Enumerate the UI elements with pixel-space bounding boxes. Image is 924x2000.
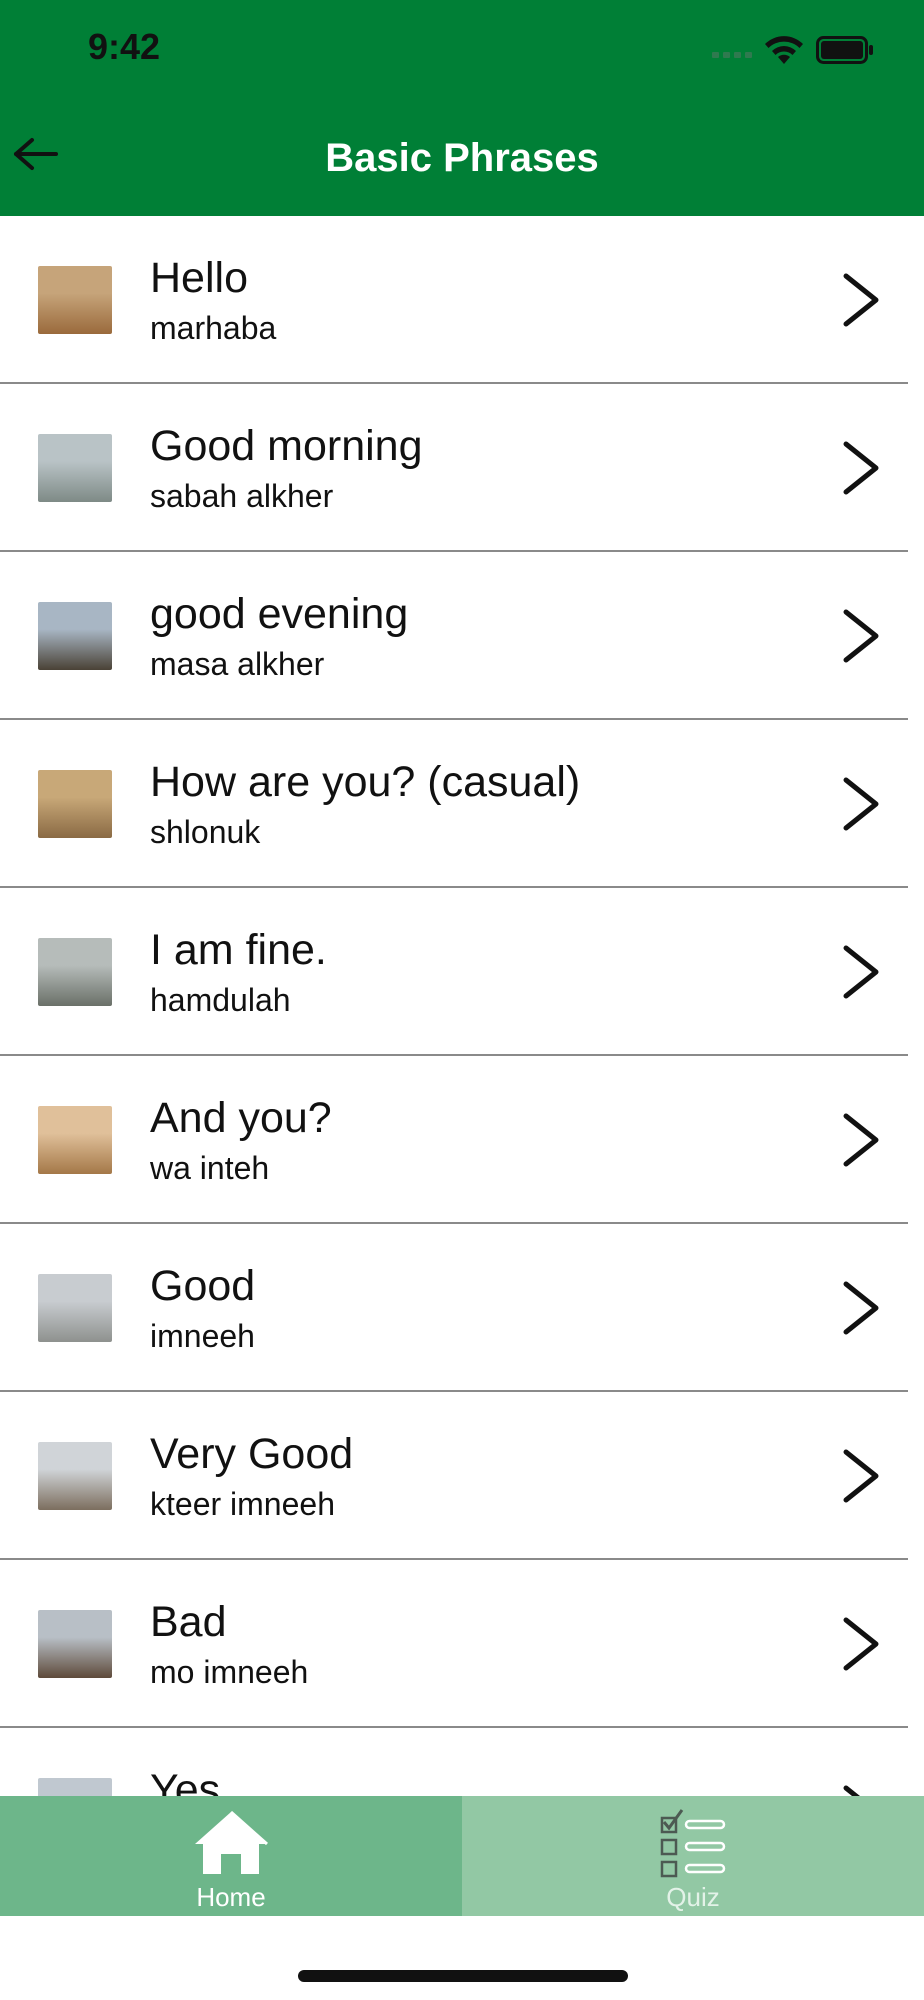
chevron-right-icon [843, 441, 879, 495]
phrase-transliteration: sabah alkher [150, 478, 334, 514]
chevron-right-icon [843, 1113, 879, 1167]
home-indicator [298, 1970, 628, 1982]
phrase-transliteration: masa alkher [150, 646, 325, 682]
phrase-row[interactable]: And you? wa inteh [0, 1056, 924, 1224]
phrase-english: Very Good [150, 1430, 354, 1478]
phrase-transliteration: wa inteh [150, 1150, 270, 1186]
tab-quiz-label: Quiz [666, 1882, 720, 1912]
chevron-right-icon [843, 273, 879, 327]
home-icon [195, 1810, 268, 1874]
phrase-row[interactable]: good evening masa alkher [0, 552, 924, 720]
phrase-transliteration: kteer imneeh [150, 1486, 335, 1522]
phrase-english: Good [150, 1262, 256, 1310]
cellular-signal-icon [712, 52, 752, 58]
tab-bar: Home Quiz [0, 1796, 924, 1916]
phrase-row[interactable]: Hello marhaba [0, 216, 924, 384]
tab-quiz[interactable]: Quiz [462, 1796, 924, 1916]
checklist-icon [660, 1809, 726, 1878]
tab-home[interactable]: Home [0, 1796, 462, 1916]
phrase-transliteration: imneeh [150, 1318, 255, 1354]
phrase-row[interactable]: I am fine. hamdulah [0, 888, 924, 1056]
phrase-thumbnail [38, 602, 112, 670]
chevron-right-icon [843, 1617, 879, 1671]
phrase-thumbnail [38, 770, 112, 838]
wifi-icon [765, 36, 803, 64]
phrase-english: good evening [150, 590, 409, 638]
phrase-row[interactable]: Bad mo imneeh [0, 1560, 924, 1728]
chevron-right-icon [843, 945, 879, 999]
navigation-header: 9:42 Basic Phrases [0, 0, 924, 216]
phrase-row[interactable]: Good imneeh [0, 1224, 924, 1392]
phrase-english: I am fine. [150, 926, 327, 974]
phrase-english: How are you? (casual) [150, 758, 581, 806]
phrase-transliteration: shlonuk [150, 814, 261, 850]
phrase-thumbnail [38, 1778, 112, 1796]
phrase-thumbnail [38, 434, 112, 502]
phrase-list[interactable]: Hello marhaba Good morning sabah alkher good… [0, 216, 924, 1796]
phrase-row[interactable]: Good morning sabah alkher [0, 384, 924, 552]
phrase-transliteration: mo imneeh [150, 1654, 309, 1690]
phrase-row[interactable]: How are you? (casual) shlonuk [0, 720, 924, 888]
page-title: Basic Phrases [325, 136, 599, 180]
phrase-row[interactable]: Very Good kteer imneeh [0, 1392, 924, 1560]
phrase-transliteration: marhaba [150, 310, 277, 346]
phrase-transliteration: hamdulah [150, 982, 291, 1018]
chevron-right-icon [843, 777, 879, 831]
phrase-thumbnail [38, 266, 112, 334]
phrase-thumbnail [38, 1106, 112, 1174]
chevron-right-icon [843, 1449, 879, 1503]
chevron-right-icon [843, 1281, 879, 1335]
phrase-english: Bad [150, 1598, 227, 1646]
phrase-thumbnail [38, 938, 112, 1006]
status-time: 9:42 [88, 26, 161, 67]
phrase-row[interactable]: Yes [0, 1728, 924, 1796]
phrase-thumbnail [38, 1274, 112, 1342]
battery-icon [816, 36, 873, 64]
chevron-right-icon [843, 1785, 861, 1796]
phrase-english: Good morning [150, 422, 423, 470]
phrase-english: And you? [150, 1094, 332, 1142]
tab-home-label: Home [196, 1882, 266, 1912]
phrase-thumbnail [38, 1610, 112, 1678]
phrase-english: Hello [150, 254, 248, 302]
chevron-right-icon [843, 609, 879, 663]
phrase-english: Yes [150, 1766, 221, 1796]
phrase-thumbnail [38, 1442, 112, 1510]
